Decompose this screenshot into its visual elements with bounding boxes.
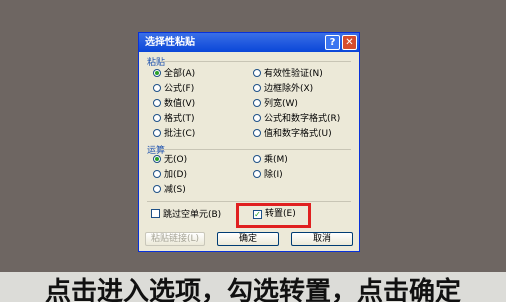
paste-option-validation[interactable]: 有效性验证(N) bbox=[253, 69, 323, 80]
paste-option-values[interactable]: 数值(V) bbox=[153, 99, 195, 110]
radio-icon bbox=[253, 155, 261, 163]
operation-option-divide[interactable]: 除(I) bbox=[253, 170, 283, 181]
skip-blanks-checkbox[interactable]: 跳过空单元(B) bbox=[151, 209, 221, 221]
paste-option-formats[interactable]: 格式(T) bbox=[153, 114, 195, 125]
radio-icon bbox=[153, 114, 161, 122]
radio-icon bbox=[253, 69, 261, 77]
transpose-highlight-box bbox=[236, 203, 311, 228]
operation-option-multiply[interactable]: 乘(M) bbox=[253, 155, 288, 166]
dialog-title: 选择性粘贴 bbox=[145, 37, 195, 48]
radio-icon bbox=[153, 84, 161, 92]
operation-group-divider bbox=[161, 149, 351, 150]
paste-option-column-widths[interactable]: 列宽(W) bbox=[253, 99, 298, 110]
paste-option-all-except-borders[interactable]: 边框除外(X) bbox=[253, 84, 313, 95]
paste-option-all[interactable]: 全部(A) bbox=[153, 69, 195, 80]
cancel-button[interactable]: 取消 bbox=[291, 232, 353, 246]
radio-icon bbox=[153, 99, 161, 107]
paste-group-divider bbox=[161, 61, 351, 62]
ok-button[interactable]: 确定 bbox=[217, 232, 279, 246]
radio-icon bbox=[253, 99, 261, 107]
instruction-caption: 点击进入选项，勾选转置，点击确定 bbox=[0, 272, 506, 302]
paste-option-formulas-and-number-formats[interactable]: 公式和数字格式(R) bbox=[253, 114, 340, 125]
radio-icon bbox=[153, 69, 161, 77]
paste-option-formulas[interactable]: 公式(F) bbox=[153, 84, 194, 95]
radio-icon bbox=[153, 170, 161, 178]
operation-option-add[interactable]: 加(D) bbox=[153, 170, 187, 181]
operation-option-none[interactable]: 无(O) bbox=[153, 155, 187, 166]
paste-link-button[interactable]: 粘贴链接(L) bbox=[145, 232, 205, 246]
help-icon[interactable]: ? bbox=[325, 35, 340, 50]
paste-option-values-and-number-formats[interactable]: 值和数字格式(U) bbox=[253, 129, 332, 140]
radio-icon bbox=[253, 129, 261, 137]
operation-option-subtract[interactable]: 减(S) bbox=[153, 185, 186, 196]
radio-icon bbox=[253, 170, 261, 178]
checkbox-icon bbox=[151, 209, 160, 218]
radio-icon bbox=[153, 155, 161, 163]
radio-icon bbox=[153, 129, 161, 137]
options-divider bbox=[147, 201, 351, 202]
paste-option-comments[interactable]: 批注(C) bbox=[153, 129, 195, 140]
radio-icon bbox=[253, 114, 261, 122]
dialog-titlebar: 选择性粘贴 ? ✕ bbox=[139, 33, 359, 52]
close-icon[interactable]: ✕ bbox=[342, 35, 357, 50]
radio-icon bbox=[153, 185, 161, 193]
radio-icon bbox=[253, 84, 261, 92]
